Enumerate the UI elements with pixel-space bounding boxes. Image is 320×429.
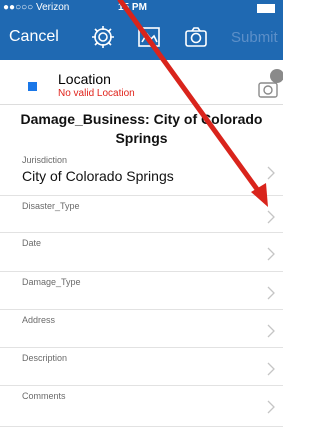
field-label: Disaster_Type — [22, 201, 80, 211]
camera-badge-icon[interactable] — [257, 68, 283, 100]
chevron-right-icon — [267, 286, 275, 300]
field-date[interactable]: Date — [0, 233, 283, 272]
toolbar: Cancel Submit — [0, 16, 283, 60]
battery-icon — [257, 4, 275, 13]
location-warning: No valid Location — [58, 88, 135, 99]
collector-map-icon[interactable] — [136, 24, 162, 50]
submit-button[interactable]: Submit — [231, 29, 278, 46]
chevron-right-icon — [267, 210, 275, 224]
location-status-square — [28, 82, 37, 91]
field-label: Address — [22, 315, 56, 325]
cancel-button[interactable]: Cancel — [9, 28, 59, 46]
chevron-right-icon — [267, 400, 275, 414]
field-damage-type[interactable]: Damage_Type — [0, 272, 283, 310]
field-label: Description — [22, 353, 68, 363]
field-description[interactable]: Description — [0, 348, 283, 386]
settings-gear-icon[interactable] — [90, 24, 116, 50]
field-label: Date — [22, 238, 42, 248]
field-jurisdiction[interactable]: Jurisdiction City of Colorado Springs — [0, 150, 283, 196]
location-title: Location — [58, 71, 111, 87]
field-label: Jurisdiction — [22, 155, 68, 165]
field-comments[interactable]: Comments — [0, 386, 283, 427]
field-address[interactable]: Address — [0, 310, 283, 348]
location-row[interactable]: Location No valid Location — [0, 60, 283, 105]
camera-icon[interactable] — [183, 24, 209, 50]
field-disaster-type[interactable]: Disaster_Type — [0, 196, 283, 233]
chevron-right-icon — [267, 247, 275, 261]
field-label: Comments — [22, 391, 66, 401]
chevron-right-icon — [267, 166, 275, 180]
status-bar: ●●○○○ Verizon 15 PM — [0, 0, 283, 16]
form-title: Damage_Business: City of Colorado Spring… — [20, 111, 263, 146]
clock-label: 15 PM — [118, 2, 147, 13]
field-label: Damage_Type — [22, 277, 81, 287]
chevron-right-icon — [267, 324, 275, 338]
field-value: City of Colorado Springs — [22, 168, 174, 184]
chevron-right-icon — [267, 362, 275, 376]
carrier-label: ●●○○○ Verizon — [3, 2, 70, 13]
